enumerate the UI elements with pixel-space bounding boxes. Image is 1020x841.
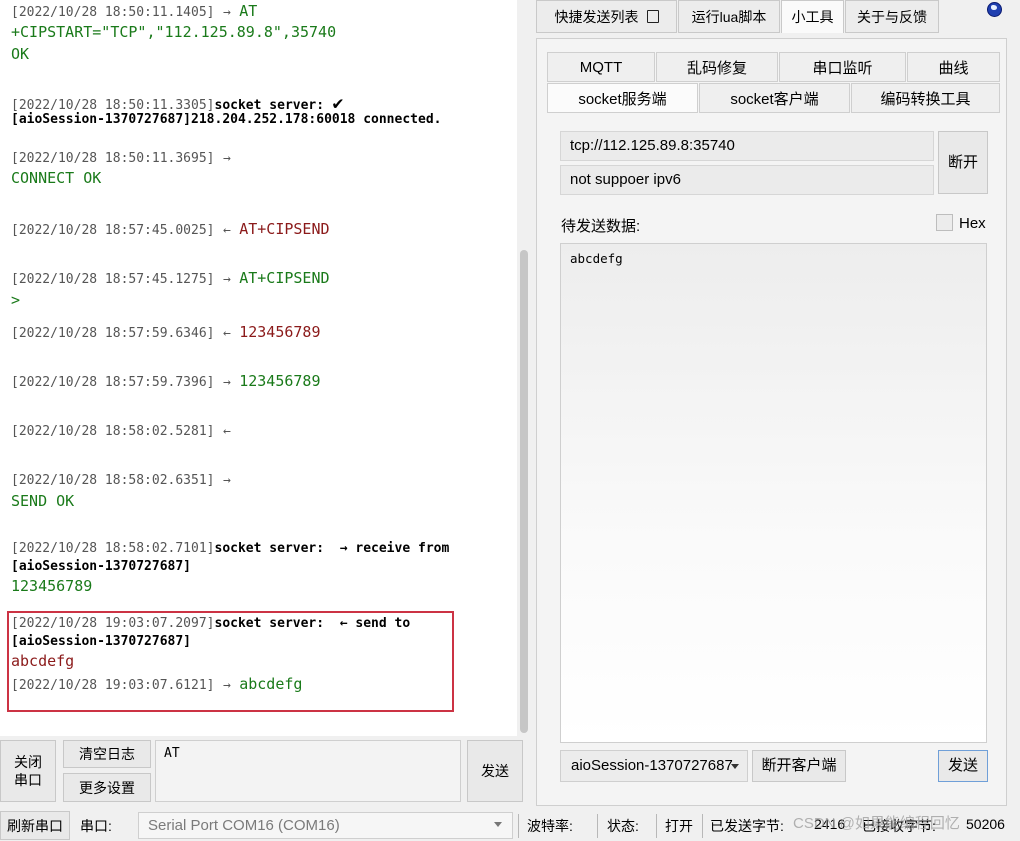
divider [656,814,657,838]
log-line: +CIPSTART="TCP","112.125.89.8",35740 [11,23,337,41]
divider [597,814,598,838]
log-line: [2022/10/28 18:58:02.6351] → [11,473,231,488]
ipv6-field[interactable]: not suppoer ipv6 [560,165,934,195]
log-line: [2022/10/28 18:57:59.6346] ← 123456789 [11,323,321,341]
state-value: 打开 [665,818,693,834]
log-line: [2022/10/28 18:50:11.1405] → AT [11,2,258,20]
watermark: CSDN @如果能编程回忆 [793,815,960,832]
port-select[interactable]: Serial Port COM16 (COM16) [138,812,513,839]
clear-log-button[interactable]: 清空日志 [63,740,151,768]
send-button[interactable]: 发送 [467,740,523,802]
pending-data-label: 待发送数据: [561,218,641,235]
note-icon [646,10,659,23]
log-line: [2022/10/28 18:57:59.7396] → 123456789 [11,372,321,390]
client-select[interactable]: aioSession-1370727687 [560,750,748,782]
more-settings-button[interactable]: 更多设置 [63,773,151,802]
subtab-port-monitor[interactable]: 串口监听 [779,52,906,82]
tab-lua-script[interactable]: 运行lua脚本 [678,0,780,33]
chevron-down-icon [494,822,502,827]
scrollbar-thumb[interactable] [520,250,528,733]
chevron-down-icon [731,764,739,769]
tab-quick-send[interactable]: 快捷发送列表 [536,0,677,33]
send-input[interactable]: AT [155,740,461,802]
log-line: CONNECT OK [11,169,102,187]
state-label: 状态: [607,818,639,834]
log-line: abcdefg [11,652,75,670]
log-line: SEND OK [11,492,75,510]
log-line: [2022/10/28 18:57:45.0025] ← AT+CIPSEND [11,220,330,238]
disconnect-button[interactable]: 断开 [938,131,988,194]
subtab-encoding-tool[interactable]: 编码转换工具 [851,83,1000,113]
divider [518,814,519,838]
log-line: 123456789 [11,577,93,595]
log-line: [2022/10/28 18:58:02.7101]socket server:… [11,541,450,556]
close-port-button[interactable]: 关闭 串口 [0,740,56,802]
tab-tools[interactable]: 小工具 [781,0,844,33]
log-line: [2022/10/28 18:58:02.5281] ← [11,424,231,439]
recv-value: 50206 [966,816,1005,832]
sent-label: 已发送字节: [710,818,784,834]
subtab-garbled-fix[interactable]: 乱码修复 [656,52,778,82]
log-scrollbar[interactable] [517,0,533,736]
tab-about-feedback[interactable]: 关于与反馈 [845,0,939,33]
log-output[interactable]: [2022/10/28 18:50:11.1405] → AT +CIPSTAR… [0,0,517,736]
server-send-button[interactable]: 发送 [938,750,988,782]
disconnect-client-button[interactable]: 断开客户端 [752,750,846,782]
subtab-socket-client[interactable]: socket客户端 [699,83,850,113]
server-address-field[interactable]: tcp://112.125.89.8:35740 [560,131,934,161]
log-line: OK [11,45,30,63]
hex-label: Hex [959,215,986,232]
log-line: [2022/10/28 19:03:07.6121] → abcdefg [11,675,303,693]
log-line: [aioSession-1370727687] [11,559,192,574]
log-line: [2022/10/28 19:03:07.2097]socket server:… [11,616,411,631]
pending-data-textarea[interactable]: abcdefg [560,243,987,743]
baud-label: 波特率: [527,818,573,834]
port-label: 串口: [80,818,112,834]
refresh-port-button[interactable]: 刷新串口 [0,811,70,840]
divider [702,814,703,838]
subtab-mqtt[interactable]: MQTT [547,52,655,82]
log-line: [2022/10/28 18:50:11.3695] → [11,151,231,166]
globe-icon[interactable] [987,2,1002,17]
log-line: [2022/10/28 18:57:45.1275] → AT+CIPSEND [11,269,330,287]
subtab-curve[interactable]: 曲线 [907,52,1000,82]
subtab-socket-server[interactable]: socket服务端 [547,83,698,113]
log-line: [aioSession-1370727687] [11,634,192,649]
log-line: [aioSession-1370727687]218.204.252.178:6… [11,112,442,127]
hex-checkbox[interactable] [936,214,953,231]
log-line: > [11,291,21,309]
